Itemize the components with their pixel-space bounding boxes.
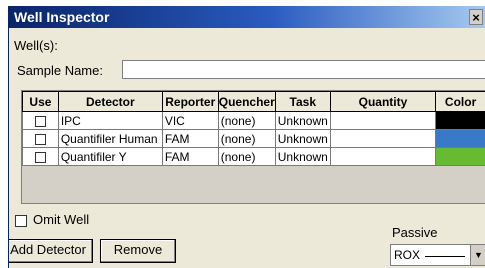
quencher-cell[interactable]: (none) xyxy=(217,147,276,166)
sample-name-input[interactable] xyxy=(122,60,485,79)
title-bar[interactable]: Well Inspector × xyxy=(9,6,485,28)
table-header-row: Use Detector Reporter Quencher Task Quan… xyxy=(22,91,485,112)
use-checkbox-cell xyxy=(22,147,59,166)
use-checkbox[interactable] xyxy=(34,133,46,145)
passive-dye-select[interactable]: ROX ▼ xyxy=(390,244,485,266)
color-cell[interactable] xyxy=(435,129,485,148)
close-icon[interactable]: × xyxy=(469,9,483,25)
detector-cell[interactable]: Quantifiler Human xyxy=(57,129,163,148)
column-header-quencher[interactable]: Quencher xyxy=(217,91,276,112)
reporter-cell[interactable]: FAM xyxy=(161,129,219,148)
omit-well-check-box[interactable] xyxy=(15,214,27,227)
color-swatch[interactable] xyxy=(436,130,485,147)
sample-name-label: Sample Name: xyxy=(17,63,103,78)
color-cell[interactable] xyxy=(435,111,485,130)
passive-label: Passive xyxy=(392,225,438,240)
task-cell[interactable]: Unknown xyxy=(274,147,331,166)
detector-table: Use Detector Reporter Quencher Task Quan… xyxy=(21,90,485,204)
reporter-cell[interactable]: VIC xyxy=(161,111,219,130)
omit-well-checkbox[interactable]: Omit Well xyxy=(15,212,89,227)
detector-cell[interactable]: Quantifiler Y xyxy=(57,147,163,166)
passive-line-sample xyxy=(425,256,465,257)
use-checkbox-cell xyxy=(22,111,59,130)
task-cell[interactable]: Unknown xyxy=(274,129,331,148)
task-cell[interactable]: Unknown xyxy=(274,111,331,130)
color-cell[interactable] xyxy=(435,147,485,166)
use-checkbox[interactable] xyxy=(34,115,46,127)
add-detector-button[interactable]: Add Detector xyxy=(9,239,93,263)
window-title: Well Inspector xyxy=(14,9,110,25)
column-header-task[interactable]: Task xyxy=(274,91,331,112)
table-row: Quantifiler Y FAM (none) Unknown xyxy=(22,147,485,166)
color-swatch[interactable] xyxy=(436,112,485,129)
table-row: Quantifiler Human FAM (none) Unknown xyxy=(22,129,485,148)
wells-label: Well(s): xyxy=(14,38,58,53)
column-header-reporter[interactable]: Reporter xyxy=(161,91,219,112)
use-checkbox[interactable] xyxy=(34,151,46,163)
column-header-color[interactable]: Color xyxy=(435,91,485,112)
column-header-detector[interactable]: Detector xyxy=(57,91,163,112)
chevron-down-icon[interactable]: ▼ xyxy=(470,245,485,265)
color-swatch[interactable] xyxy=(436,148,485,165)
quantity-cell[interactable] xyxy=(329,147,437,166)
detector-cell[interactable]: IPC xyxy=(57,111,163,130)
table-row: IPC VIC (none) Unknown xyxy=(22,111,485,130)
quantity-cell[interactable] xyxy=(329,129,437,148)
column-header-use[interactable]: Use xyxy=(22,91,59,112)
remove-button[interactable]: Remove xyxy=(100,239,176,263)
column-header-quantity[interactable]: Quantity xyxy=(329,91,437,112)
passive-selected-value: ROX xyxy=(394,248,421,262)
use-checkbox-cell xyxy=(22,129,59,148)
reporter-cell[interactable]: FAM xyxy=(161,147,219,166)
quencher-cell[interactable]: (none) xyxy=(217,129,276,148)
omit-well-label: Omit Well xyxy=(33,212,90,227)
well-inspector-window: Well Inspector × Well(s): Sample Name: U… xyxy=(8,6,485,268)
quantity-cell[interactable] xyxy=(329,111,437,130)
quencher-cell[interactable]: (none) xyxy=(217,111,276,130)
